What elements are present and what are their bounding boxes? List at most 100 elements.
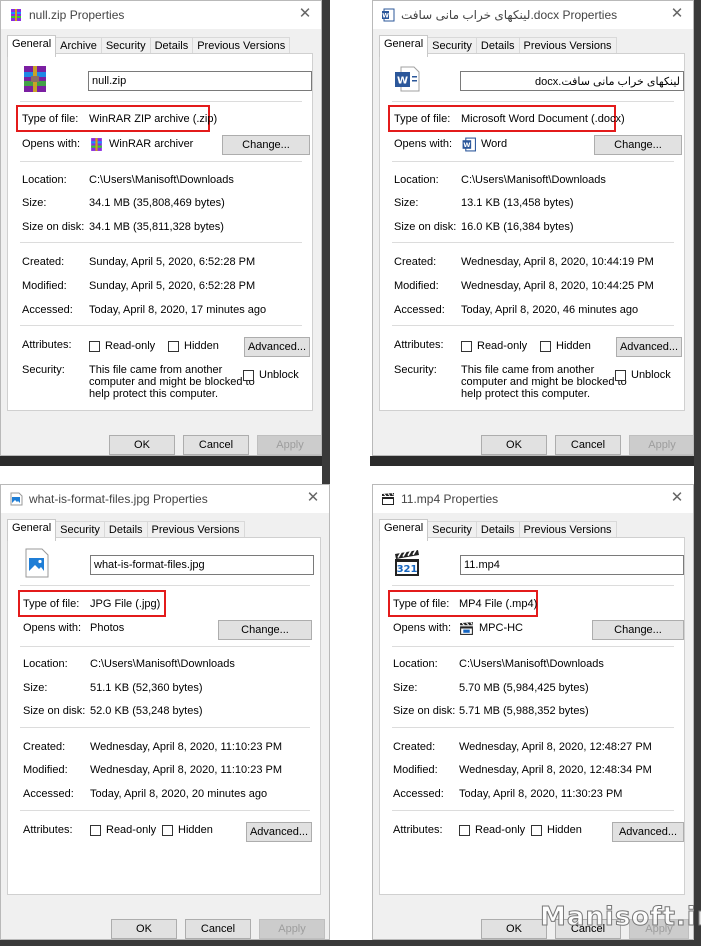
close-icon[interactable]: ✕ [667, 4, 687, 24]
size-label: Size: [22, 197, 47, 209]
close-icon[interactable]: ✕ [295, 4, 315, 24]
file-name-input[interactable]: what-is-format-files.jpg [90, 555, 314, 575]
type-label: Type of file: [23, 598, 80, 610]
size-value: 34.1 MB (35,808,469 bytes) [89, 197, 225, 209]
location-label: Location: [393, 658, 438, 670]
read-only-checkbox[interactable] [459, 825, 470, 836]
close-icon[interactable]: ✕ [667, 488, 687, 508]
properties-dialog-mp4: 11.mp4 Properties ✕ General Security Det… [372, 484, 694, 940]
opens-with-value: Photos [90, 622, 125, 634]
hidden-label: Hidden [547, 824, 582, 836]
hidden-checkbox[interactable] [531, 825, 542, 836]
tab-strip: General Security Details Previous Versio… [379, 35, 617, 57]
hidden-checkbox[interactable] [168, 341, 179, 352]
read-only-checkbox[interactable] [461, 341, 472, 352]
advanced-button[interactable]: Advanced... [246, 822, 312, 842]
advanced-button[interactable]: Advanced... [244, 337, 310, 357]
type-label: Type of file: [22, 113, 79, 125]
modified-label: Modified: [23, 764, 68, 776]
type-label: Type of file: [393, 598, 450, 610]
change-button[interactable]: Change... [218, 620, 312, 640]
location-label: Location: [394, 174, 439, 186]
opens-with-value: Word [481, 138, 508, 150]
change-button[interactable]: Change... [222, 135, 310, 155]
read-only-label: Read-only [475, 824, 526, 836]
location-value: C:\Users\Manisoft\Downloads [459, 658, 604, 670]
file-name-input[interactable]: لینکهای خراب مانی سافت.docx [460, 71, 684, 91]
attributes-label: Attributes: [394, 339, 444, 351]
separator [392, 325, 674, 326]
size-value: 5.70 MB (5,984,425 bytes) [459, 682, 589, 694]
close-icon[interactable]: ✕ [303, 488, 323, 508]
word-icon: W [382, 8, 395, 22]
tab-general[interactable]: General [379, 35, 429, 57]
word-icon: W [462, 137, 476, 152]
file-name-input[interactable]: 11.mp4 [460, 555, 684, 575]
separator [392, 727, 674, 728]
mpc-clapperboard-icon: 321 [395, 549, 419, 576]
general-panel: W لینکهای خراب مانی سافت.docx Type of fi… [379, 53, 685, 411]
created-value: Wednesday, April 8, 2020, 10:44:19 PM [461, 256, 654, 268]
window-title: 11.mp4 Properties [401, 492, 499, 506]
unblock-checkbox[interactable] [243, 370, 254, 381]
background-gap [694, 0, 701, 946]
accessed-label: Accessed: [22, 304, 73, 316]
size-on-disk-label: Size on disk: [22, 221, 85, 233]
size-label: Size: [393, 682, 418, 694]
size-on-disk-value: 16.0 KB (16,384 bytes) [461, 221, 574, 233]
created-value: Wednesday, April 8, 2020, 11:10:23 PM [90, 741, 283, 753]
ok-button[interactable]: OK [111, 919, 177, 939]
attributes-label: Attributes: [23, 824, 73, 836]
image-file-icon [25, 548, 49, 578]
created-label: Created: [23, 741, 66, 753]
properties-dialog-zip: null.zip Properties ✕ General Archive Se… [0, 0, 322, 456]
cancel-button[interactable]: Cancel [555, 435, 621, 455]
opens-with-value: MPC-HC [479, 622, 523, 634]
security-label: Security: [394, 364, 437, 376]
read-only-label: Read-only [105, 340, 156, 352]
window-title: لینکهای خراب مانی سافت.docx Properties [401, 8, 618, 22]
title-bar: what-is-format-files.jpg Properties ✕ [1, 485, 329, 513]
file-name-input[interactable]: null.zip [88, 71, 312, 91]
tab-general[interactable]: General [7, 519, 57, 541]
security-text: help protect this computer. [89, 388, 219, 400]
cancel-button[interactable]: Cancel [183, 435, 249, 455]
mpc-hc-icon [460, 622, 473, 635]
tab-general[interactable]: General [7, 35, 57, 57]
tab-general[interactable]: General [379, 519, 429, 541]
type-value: Microsoft Word Document (.docx) [461, 113, 625, 125]
winrar-icon [11, 9, 21, 21]
ok-button[interactable]: OK [481, 435, 547, 455]
change-button[interactable]: Change... [592, 620, 684, 640]
change-button[interactable]: Change... [594, 135, 682, 155]
created-label: Created: [22, 256, 65, 268]
advanced-button[interactable]: Advanced... [612, 822, 684, 842]
separator [20, 161, 302, 162]
attributes-label: Attributes: [393, 824, 443, 836]
hidden-checkbox[interactable] [162, 825, 173, 836]
ok-button[interactable]: OK [481, 919, 547, 939]
read-only-checkbox[interactable] [89, 341, 100, 352]
hidden-checkbox[interactable] [540, 341, 551, 352]
separator [20, 325, 302, 326]
opens-with-value: WinRAR archiver [109, 138, 194, 150]
apply-button[interactable]: Apply [259, 919, 325, 939]
apply-button[interactable]: Apply [257, 435, 321, 455]
cancel-button[interactable]: Cancel [185, 919, 251, 939]
properties-dialog-docx: W لینکهای خراب مانی سافت.docx Properties… [372, 0, 694, 456]
window-title: null.zip Properties [29, 8, 125, 22]
unblock-checkbox[interactable] [615, 370, 626, 381]
general-panel: 321 11.mp4 Type of file: MP4 File (.mp4)… [379, 537, 685, 895]
hidden-label: Hidden [184, 340, 219, 352]
general-panel: what-is-format-files.jpg Type of file: J… [7, 537, 321, 895]
location-value: C:\Users\Manisoft\Downloads [461, 174, 606, 186]
apply-button[interactable]: Apply [629, 435, 693, 455]
security-text: computer and might be blocked to [461, 376, 627, 388]
location-label: Location: [23, 658, 68, 670]
background-gap [0, 940, 701, 946]
ok-button[interactable]: OK [109, 435, 175, 455]
svg-text:321: 321 [397, 564, 418, 575]
advanced-button[interactable]: Advanced... [616, 337, 682, 357]
security-text: This file came from another [89, 364, 223, 376]
read-only-checkbox[interactable] [90, 825, 101, 836]
